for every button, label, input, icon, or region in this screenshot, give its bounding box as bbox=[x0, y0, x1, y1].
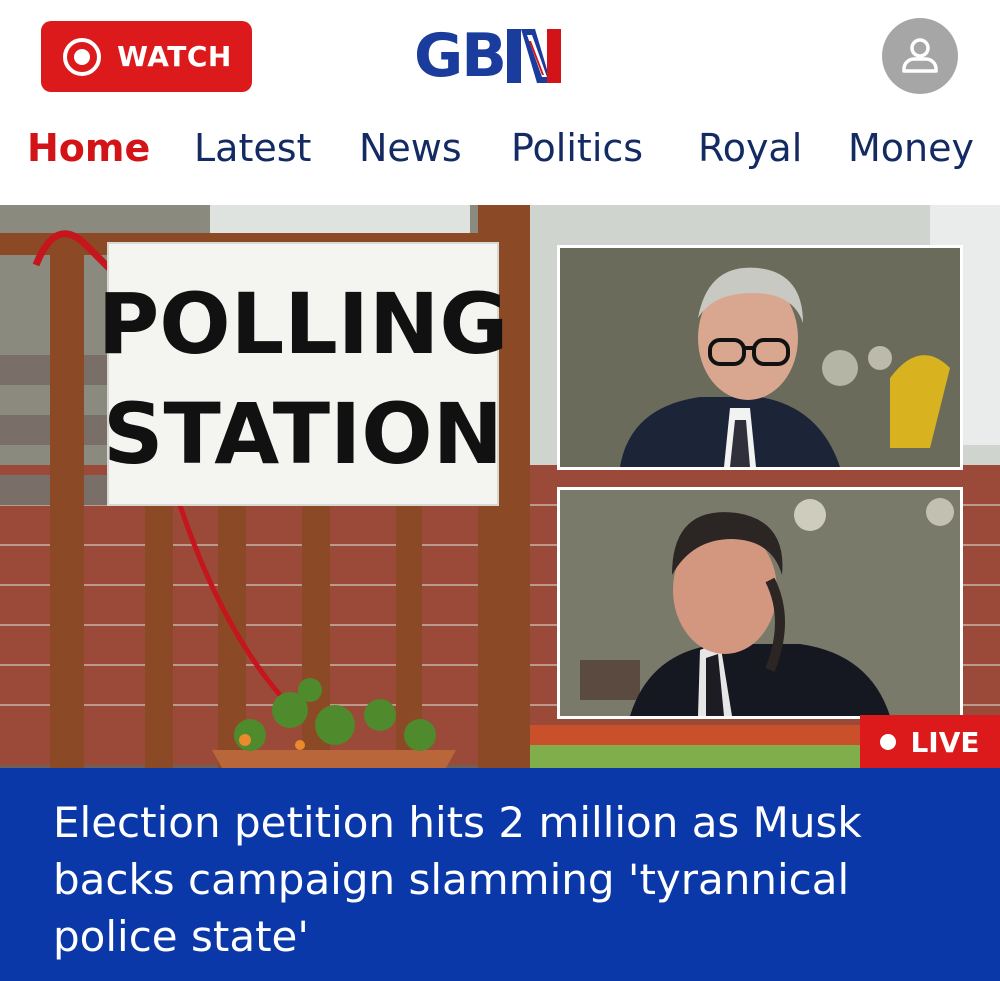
nav-item-latest[interactable]: Latest bbox=[194, 126, 311, 170]
article-headline[interactable]: Election petition hits 2 million as Musk… bbox=[53, 794, 953, 965]
nav-item-politics[interactable]: Politics bbox=[511, 126, 643, 170]
nav-item-home[interactable]: Home bbox=[27, 126, 150, 170]
inset-photo-bottom bbox=[557, 487, 963, 719]
watch-label: WATCH bbox=[117, 40, 232, 73]
sign-line-2: STATION bbox=[103, 385, 503, 483]
logo-text: GB bbox=[414, 21, 507, 91]
live-label: LIVE bbox=[910, 725, 980, 759]
sign-line-1: POLLING bbox=[98, 275, 509, 373]
hero-image[interactable]: POLLING STATION LIVE bbox=[0, 205, 1000, 768]
main-nav: Home Latest News Politics Royal Money bbox=[0, 126, 1000, 182]
user-icon bbox=[902, 38, 938, 73]
nav-item-money[interactable]: Money bbox=[848, 126, 974, 170]
headline-band[interactable]: Election petition hits 2 million as Musk… bbox=[0, 768, 1000, 981]
inset-photo-top bbox=[557, 245, 963, 470]
record-icon bbox=[63, 37, 102, 76]
portrait-photo bbox=[560, 248, 960, 467]
logo-n-flag bbox=[506, 29, 561, 83]
gbnews-logo[interactable]: GB bbox=[414, 24, 588, 88]
live-dot-icon bbox=[880, 734, 897, 750]
portrait-photo bbox=[560, 490, 960, 716]
live-badge[interactable]: LIVE bbox=[860, 715, 1000, 768]
account-button[interactable] bbox=[882, 18, 958, 94]
watch-button[interactable]: WATCH bbox=[41, 21, 252, 92]
nav-item-news[interactable]: News bbox=[359, 126, 462, 170]
nav-item-royal[interactable]: Royal bbox=[698, 126, 802, 170]
